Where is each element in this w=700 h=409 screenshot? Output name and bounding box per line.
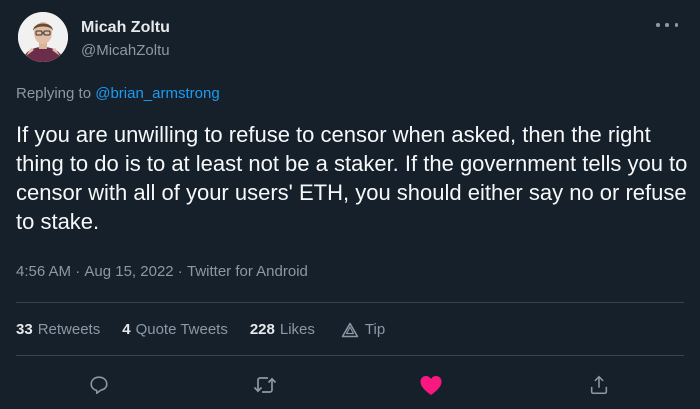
author-handle[interactable]: @MicahZoltu — [81, 42, 170, 59]
divider — [16, 302, 684, 303]
avatar[interactable] — [18, 12, 68, 62]
divider — [16, 355, 684, 356]
more-dots-icon[interactable] — [656, 18, 678, 32]
likes-stat[interactable]: 228 Likes — [250, 321, 315, 338]
share-icon — [590, 375, 608, 395]
replying-to: Replying to @brian_armstrong — [16, 85, 220, 102]
tweet-stats: 33 Retweets 4 Quote Tweets 228 Likes Tip — [16, 321, 385, 338]
tweet-text: If you are unwilling to refuse to censor… — [16, 122, 688, 234]
tweet-header: Micah Zoltu @MicahZoltu — [16, 12, 684, 62]
quotes-count: 4 — [122, 321, 131, 338]
tweet-date[interactable]: Aug 15, 2022 — [84, 263, 173, 280]
share-button[interactable] — [584, 370, 614, 400]
quote-tweets-stat[interactable]: 4 Quote Tweets — [122, 321, 228, 338]
tip-button[interactable]: Tip — [341, 321, 385, 338]
heart-filled-icon — [420, 376, 442, 395]
tweet-card: Micah Zoltu @MicahZoltu Replying to @bri… — [0, 0, 700, 409]
retweets-count: 33 — [16, 321, 33, 338]
tweet-time[interactable]: 4:56 AM — [16, 263, 71, 280]
author-name[interactable]: Micah Zoltu — [81, 19, 170, 37]
meta-separator: · — [173, 263, 187, 280]
likes-count: 228 — [249, 321, 275, 338]
like-button[interactable] — [416, 370, 446, 400]
retweet-icon — [253, 377, 277, 393]
retweets-label: Retweets — [37, 321, 101, 338]
tweet-source[interactable]: Twitter for Android — [187, 263, 308, 280]
tip-label: Tip — [364, 321, 386, 338]
tip-icon — [341, 322, 359, 337]
reply-mention-link[interactable]: @brian_armstrong — [95, 85, 219, 102]
reply-icon — [90, 376, 108, 395]
retweet-button[interactable] — [250, 370, 280, 400]
likes-label: Likes — [279, 321, 315, 338]
retweets-stat[interactable]: 33 Retweets — [16, 321, 100, 338]
action-bar — [0, 370, 700, 400]
reply-button[interactable] — [84, 370, 114, 400]
replying-to-label: Replying to — [16, 85, 96, 102]
meta-separator: · — [71, 263, 85, 280]
quotes-label: Quote Tweets — [135, 321, 228, 338]
tweet-meta: 4:56 AM · Aug 15, 2022 · Twitter for And… — [16, 263, 308, 280]
